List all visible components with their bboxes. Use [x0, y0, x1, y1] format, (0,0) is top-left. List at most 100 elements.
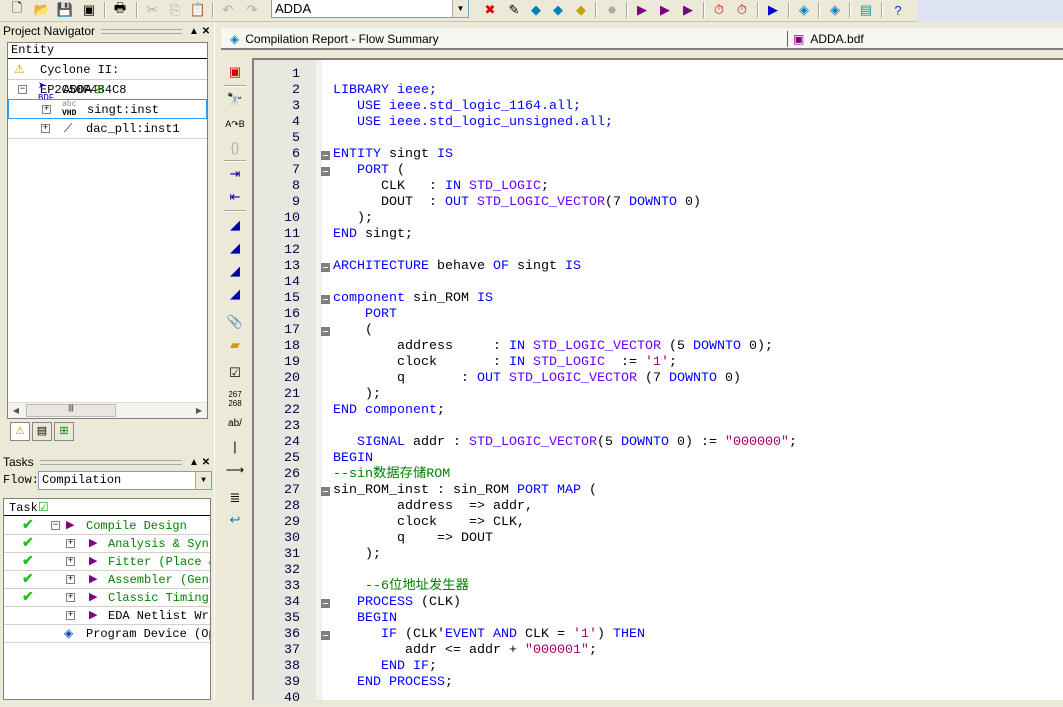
insert-template-icon[interactable]: ▣ — [225, 62, 245, 82]
compilation-report-icon[interactable]: ◈ — [795, 1, 813, 19]
fold-toggle-icon[interactable] — [321, 327, 330, 336]
print-icon[interactable]: 🖶 — [111, 0, 129, 19]
tree-item-singt[interactable]: + abc VHD singt:inst — [8, 99, 207, 119]
line-icon[interactable]: | — [225, 437, 245, 457]
word-wrap-icon[interactable]: ab/ — [225, 414, 245, 434]
find-icon[interactable]: 🔭 — [225, 90, 245, 110]
expand-icon[interactable]: + — [66, 611, 75, 620]
sopc-builder-icon[interactable]: ▤ — [857, 1, 875, 19]
collapse-icon[interactable]: − — [18, 85, 27, 94]
tab-arrow-icon[interactable]: ⟶ — [225, 460, 245, 480]
clear-bookmarks-icon[interactable]: ◢ — [225, 284, 245, 304]
save-icon[interactable]: 💾 — [56, 1, 74, 19]
horizontal-scrollbar[interactable]: ◀ ||| ▶ — [8, 402, 207, 418]
code-line: ); — [333, 387, 381, 402]
unindent-icon[interactable]: ⇤ — [225, 187, 245, 207]
align-icon[interactable]: ≣ — [225, 488, 245, 508]
line-number: 12 — [284, 243, 300, 258]
tab-adda-bdf[interactable]: ▣ ADDA.bdf — [793, 30, 864, 48]
fold-toggle-icon[interactable] — [321, 295, 330, 304]
task-item[interactable]: +▶EDA Netlist Write — [4, 607, 210, 625]
task-item[interactable]: ✔ − ▶ Compile Design — [4, 517, 210, 535]
start-timing-icon[interactable]: ▶ — [679, 1, 697, 19]
start-compilation-icon[interactable]: ▶ — [633, 1, 651, 19]
simulation-icon[interactable]: ▶ — [764, 1, 782, 19]
task-item[interactable]: ◈Program Device (Open — [4, 625, 210, 643]
fold-toggle-icon[interactable] — [321, 599, 330, 608]
panel-splitter[interactable] — [214, 22, 220, 700]
next-bookmark-icon[interactable]: ◢ — [225, 238, 245, 258]
stop-icon[interactable]: ⬣ — [603, 1, 621, 19]
chevron-down-icon[interactable]: ▼ — [452, 0, 468, 17]
fold-toggle-icon[interactable] — [321, 151, 330, 160]
attach-icon[interactable]: 📎 — [225, 312, 245, 332]
wrap-text-icon[interactable]: ↩ — [225, 510, 245, 530]
task-item[interactable]: ✔+▶Assembler (Genera — [4, 571, 210, 589]
copy-icon[interactable]: ⎘ — [166, 1, 184, 19]
expand-icon[interactable]: + — [42, 105, 51, 114]
close-icon[interactable]: ✕ — [200, 26, 212, 37]
expand-icon[interactable]: + — [66, 575, 75, 584]
previous-bookmark-icon[interactable]: ◢ — [225, 261, 245, 281]
maximize-icon[interactable]: ▲ — [188, 457, 200, 468]
scroll-left-icon[interactable]: ◀ — [8, 403, 24, 419]
expand-icon[interactable]: + — [66, 557, 75, 566]
flow-select[interactable]: Compilation ▼ — [38, 471, 212, 490]
files-tab-icon[interactable]: ▤ — [32, 422, 52, 441]
hierarchy-icon[interactable]: ⊞ — [94, 80, 104, 100]
code-line: address : IN STD_LOGIC_VECTOR (5 DOWNTO … — [333, 339, 773, 354]
save-all-icon[interactable]: ▣ — [80, 1, 98, 19]
pin-planner-icon[interactable]: ◆ — [549, 1, 567, 19]
hierarchy-tab-icon[interactable]: ⚠ — [10, 422, 30, 441]
assignment-editor-icon[interactable]: ◆ — [527, 1, 545, 19]
tree-item-adda[interactable]: − ➤ BDF ADDA ⊞ — [8, 80, 207, 103]
braces-icon[interactable]: {} — [225, 138, 245, 158]
entity-column-header[interactable]: Entity — [8, 43, 207, 59]
chevron-down-icon[interactable]: ▼ — [195, 472, 211, 489]
task-item[interactable]: ✔+▶Analysis & Synthe — [4, 535, 210, 553]
code-editor[interactable]: 1 2 3 4 5 6 7 8 9 10 11 12 13 14 15 16 17 18 19 20 21 22 23 24 2… — [252, 58, 1063, 706]
device-row[interactable]: ⚠ Cyclone II: EP2C50F484C8 — [8, 60, 207, 97]
collapse-icon[interactable]: − — [51, 521, 60, 530]
paste-icon[interactable]: 📋 — [189, 1, 207, 19]
scroll-right-icon[interactable]: ▶ — [191, 403, 207, 419]
help-icon[interactable]: ? — [889, 1, 907, 19]
indent-icon[interactable]: ⇥ — [225, 164, 245, 184]
maximize-icon[interactable]: ▲ — [188, 26, 200, 37]
task-item[interactable]: ✔+▶Classic Timing An — [4, 589, 210, 607]
scroll-thumb[interactable]: ||| — [26, 404, 116, 417]
fold-toggle-icon[interactable] — [321, 631, 330, 640]
stop-processing-icon[interactable]: ✖ — [481, 1, 499, 19]
check-syntax-icon[interactable]: ☑ — [225, 363, 245, 383]
timing-analyzer-icon[interactable]: ⏱ — [710, 1, 728, 19]
fold-toggle-icon[interactable] — [321, 263, 330, 272]
start-analysis-icon[interactable]: ▶ — [656, 1, 674, 19]
cut-icon[interactable]: ✂ — [143, 1, 161, 19]
find-replace-icon[interactable]: A↷B — [225, 114, 245, 134]
design-units-tab-icon[interactable]: ⊞ — [54, 422, 74, 441]
close-icon[interactable]: ✕ — [200, 457, 212, 468]
tree-item-dac-pll[interactable]: + ⟋ dac_pll:inst1 — [8, 119, 207, 139]
entity-combo[interactable]: ADDA ▼ — [271, 0, 469, 18]
fold-toggle-icon[interactable] — [321, 487, 330, 496]
pencil-icon[interactable]: ✎ — [505, 1, 523, 19]
fold-toggle-icon[interactable] — [321, 167, 330, 176]
comment-icon[interactable]: ▰ — [225, 335, 245, 355]
new-file-icon[interactable]: 🗋 — [8, 0, 26, 19]
redo-icon[interactable]: ↷ — [243, 1, 261, 19]
line-numbers-icon[interactable]: 267 268 — [225, 390, 245, 410]
tab-compilation-report[interactable]: ◈ Compilation Report - Flow Summary — [230, 30, 439, 48]
expand-icon[interactable]: + — [66, 593, 75, 602]
undo-icon[interactable]: ↶ — [219, 1, 237, 19]
timequest-icon[interactable]: ⏱ — [733, 1, 751, 19]
line-number: 24 — [284, 435, 300, 450]
settings-icon[interactable]: ◆ — [572, 1, 590, 19]
programmer-icon[interactable]: ◈ — [826, 1, 844, 19]
code-line: PORT ( — [333, 163, 405, 178]
open-folder-icon[interactable]: 📂 — [33, 1, 51, 19]
task-column-header[interactable]: Task☑ — [4, 499, 210, 516]
expand-icon[interactable]: + — [66, 539, 75, 548]
task-item[interactable]: ✔+▶Fitter (Place & R — [4, 553, 210, 571]
expand-icon[interactable]: + — [41, 124, 50, 133]
toggle-bookmark-icon[interactable]: ◢ — [225, 215, 245, 235]
